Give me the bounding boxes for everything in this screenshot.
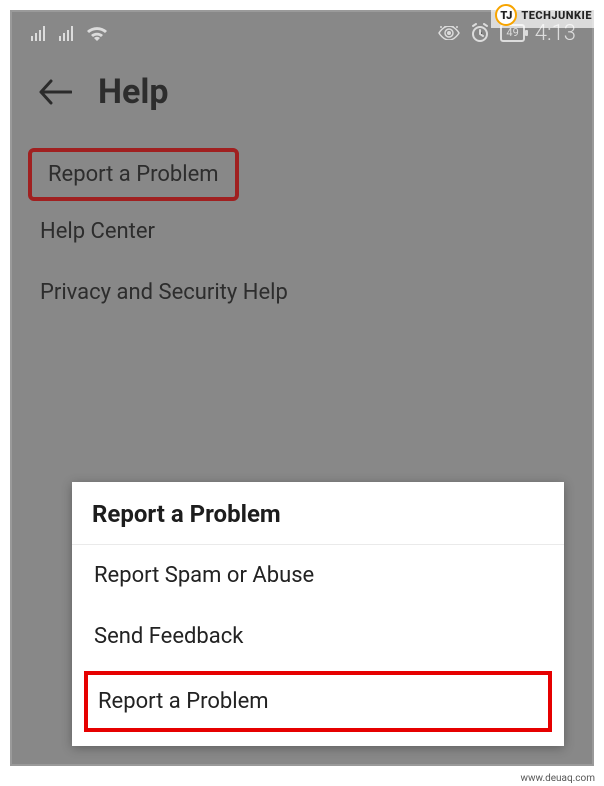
back-arrow-icon[interactable] bbox=[38, 79, 72, 105]
menu-item-help-center[interactable]: Help Center bbox=[32, 201, 572, 262]
signal-icon-2 bbox=[58, 25, 76, 41]
dialog-item-label: Send Feedback bbox=[94, 624, 243, 649]
dialog-item-label: Report Spam or Abuse bbox=[94, 563, 314, 588]
dialog-title: Report a Problem bbox=[72, 482, 564, 545]
battery-level: 49 bbox=[505, 26, 519, 40]
menu-item-label: Report a Problem bbox=[48, 162, 219, 187]
eye-icon bbox=[438, 26, 460, 40]
screenshot-frame: 49 4:13 Help Report a Problem Help Cente… bbox=[10, 10, 594, 766]
dialog-item-send-feedback[interactable]: Send Feedback bbox=[72, 606, 564, 667]
watermark: www.deuaq.com bbox=[518, 773, 599, 784]
menu-item-privacy-security[interactable]: Privacy and Security Help bbox=[32, 262, 572, 323]
alarm-icon bbox=[470, 23, 490, 43]
dialog-item-label: Report a Problem bbox=[98, 689, 269, 714]
page-title: Help bbox=[98, 72, 169, 112]
wifi-icon bbox=[86, 25, 108, 41]
header: Help bbox=[12, 52, 592, 140]
techjunkie-logo: TJ TECHJUNKIE bbox=[491, 2, 596, 28]
signal-icon-1 bbox=[30, 25, 48, 41]
menu-item-label: Help Center bbox=[40, 219, 155, 244]
menu-item-label: Privacy and Security Help bbox=[40, 280, 288, 305]
report-problem-dialog: Report a Problem Report Spam or Abuse Se… bbox=[72, 482, 564, 746]
status-left bbox=[30, 25, 108, 41]
logo-text: TECHJUNKIE bbox=[521, 9, 592, 22]
logo-badge: TJ bbox=[495, 4, 517, 26]
menu-item-report-problem[interactable]: Report a Problem bbox=[28, 148, 239, 201]
dialog-item-report-problem[interactable]: Report a Problem bbox=[84, 671, 552, 732]
help-menu: Report a Problem Help Center Privacy and… bbox=[12, 140, 592, 323]
dialog-item-spam-abuse[interactable]: Report Spam or Abuse bbox=[72, 545, 564, 606]
